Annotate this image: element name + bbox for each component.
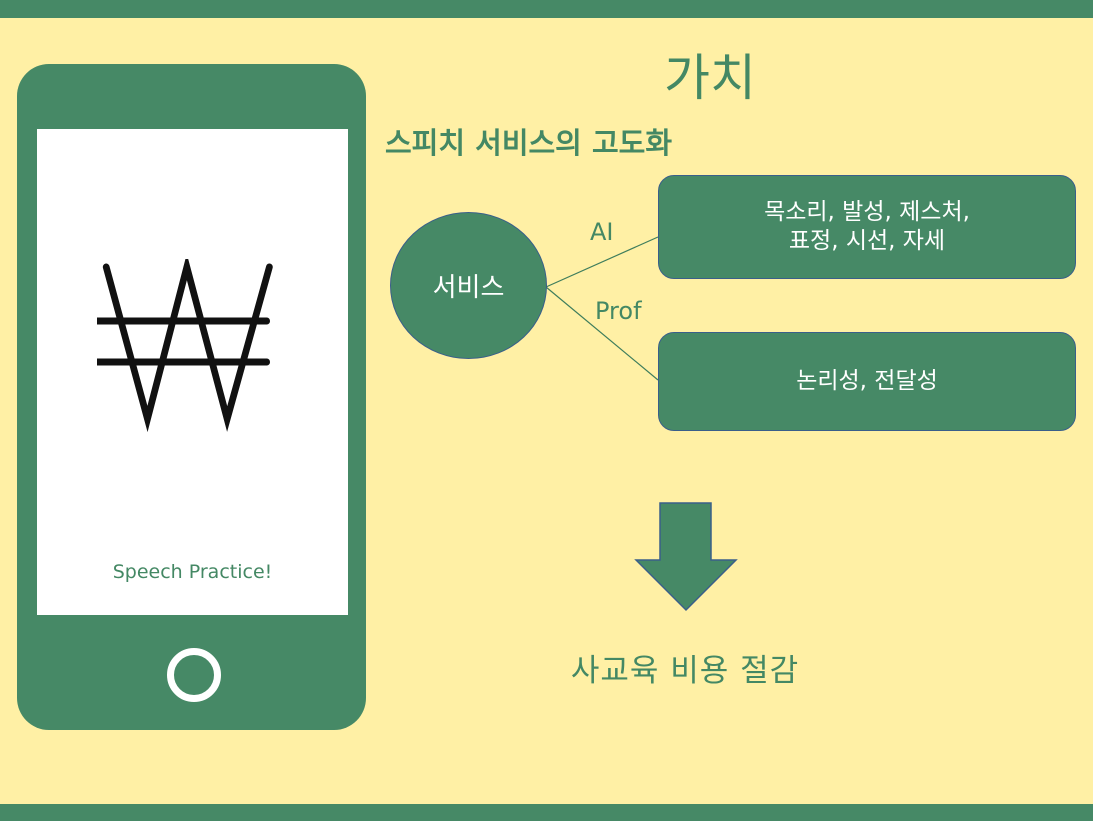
edge-label-ai: AI [590,218,614,246]
edge-label-prof: Prof [595,297,642,325]
ai-features-box: 목소리, 발성, 제스처, 표정, 시선, 자세 [658,175,1076,279]
service-node-label: 서비스 [432,273,505,303]
result-text: 사교육 비용 절감 [570,653,800,689]
prof-features-box: 논리성, 전달성 [658,332,1076,431]
prof-features-line-1: 논리성, 전달성 [796,368,938,395]
ai-features-line-1: 목소리, 발성, 제스처, [764,199,970,226]
bottom-accent-bar [0,804,1093,821]
down-arrow-icon [634,502,738,612]
service-node: 서비스 [390,212,547,359]
ai-features-line-2: 표정, 시선, 자세 [788,228,946,254]
